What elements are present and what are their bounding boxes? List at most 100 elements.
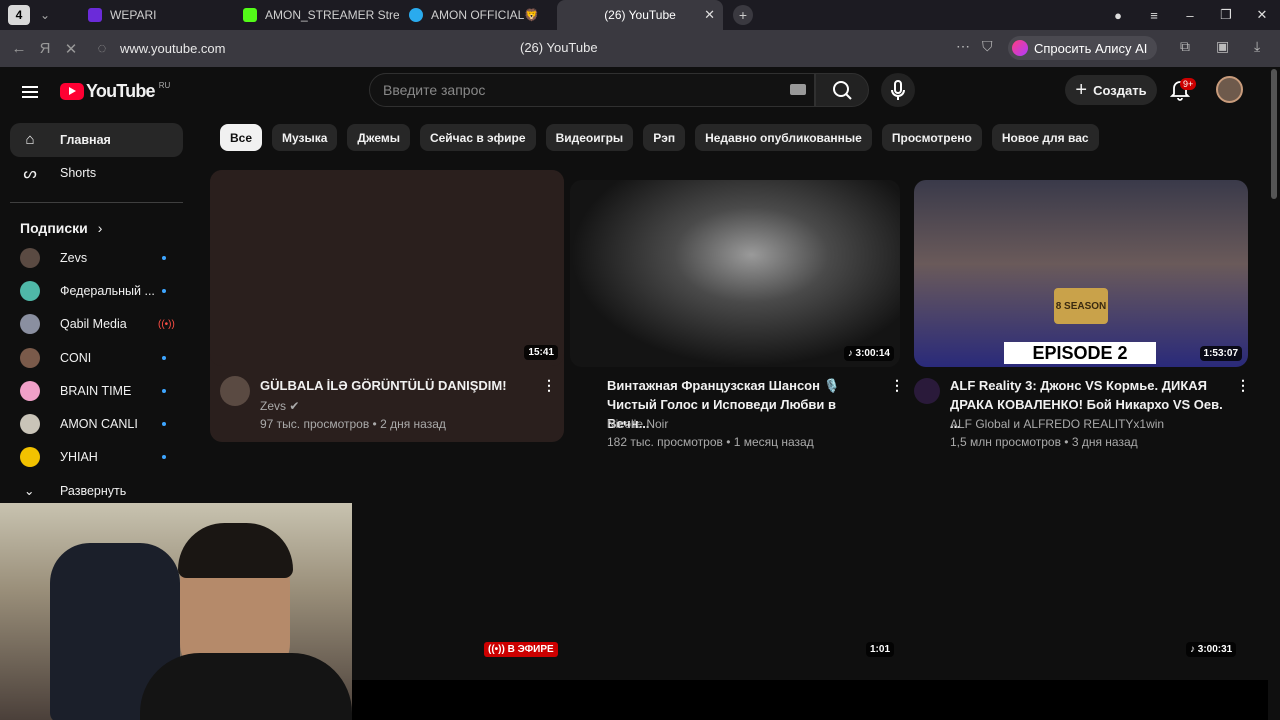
search-icon [833, 81, 852, 100]
expand-label: Развернуть [60, 483, 127, 498]
subscriptions-header[interactable]: Подписки › [0, 215, 195, 241]
url-field[interactable]: www.youtube.com [120, 41, 226, 56]
video-thumbnail[interactable]: ♪ 3:00:14 [570, 180, 900, 367]
keyboard-icon[interactable] [790, 84, 806, 95]
chip[interactable]: Новое для вас [991, 124, 1099, 151]
subscription-item[interactable]: Qabil Media ((•)) [0, 308, 195, 341]
shield-icon[interactable]: ◌ [92, 40, 112, 57]
bottom-strip [352, 680, 1280, 720]
duration-badge: ♪ 3:00:31 [1186, 642, 1237, 657]
chevron-down-icon[interactable]: ⌄ [36, 8, 54, 22]
logo-text: YouTube [86, 81, 156, 101]
more-vert-icon[interactable]: ⋮ [1236, 377, 1250, 394]
scrollbar[interactable] [1268, 67, 1280, 720]
video-thumbnail[interactable]: 8 SEASON EPISODE 2 1:53:07 [914, 180, 1248, 367]
subscription-item[interactable]: CONI [0, 341, 195, 374]
video-card[interactable]: 15:41 GÜLBALA İLƏ GÖRÜNTÜLÜ DANIŞDIM! ⋮ … [210, 170, 564, 442]
sidebar-item-home[interactable]: ⌂ Главная [10, 123, 183, 157]
subscription-item[interactable]: УНІАН [0, 441, 195, 474]
tab-kick[interactable]: AMON_STREAMER Stream [233, 0, 399, 30]
notification-badge: 9+ [1180, 78, 1197, 90]
more-vert-icon[interactable]: ⋮ [542, 377, 556, 394]
chip[interactable]: Музыка [272, 124, 338, 151]
create-label: Создать [1093, 82, 1147, 98]
search-input[interactable]: Введите запрос [369, 73, 815, 107]
region-label: RU [158, 81, 171, 90]
sidebar-item-shorts[interactable]: ᔕ Shorts [10, 157, 183, 191]
channel-name: AMON CANLI [60, 417, 138, 432]
chip[interactable]: Недавно опубликованные [695, 124, 872, 151]
video-card[interactable]: 8 SEASON EPISODE 2 1:53:07 ALF Reality 3… [914, 180, 1254, 455]
alice-button[interactable]: Спросить Алису AI [1008, 36, 1158, 60]
chip[interactable]: Рэп [643, 124, 686, 151]
chip[interactable]: Все [220, 124, 263, 151]
home-icon: ⌂ [25, 131, 35, 149]
youtube-logo[interactable]: YouTube RU [60, 81, 170, 102]
more-vert-icon[interactable]: ⋮ [890, 377, 904, 394]
verified-icon: ✔ [289, 399, 300, 413]
sidebar-item-label: Shorts [60, 166, 97, 181]
close-window-icon[interactable]: ✕ [1244, 7, 1280, 23]
channel-avatar[interactable] [914, 378, 940, 404]
menu-icon[interactable] [22, 83, 38, 101]
channel-name: CONI [60, 350, 92, 365]
new-content-dot [162, 455, 166, 460]
microphone-icon [891, 80, 905, 100]
subscription-item[interactable]: Zevs [0, 241, 195, 274]
profile-icon[interactable]: ● [1100, 8, 1136, 23]
channel-name[interactable]: Nicolle Noir [607, 415, 668, 433]
channel-avatar[interactable] [220, 376, 250, 406]
subscription-item[interactable]: AMON CANLI [0, 407, 195, 440]
video-title[interactable]: GÜLBALA İLƏ GÖRÜNTÜLÜ DANIŞDIM! [260, 376, 530, 395]
download-icon[interactable]: ⤓ [1254, 38, 1260, 55]
yandex-icon[interactable]: Я [32, 40, 58, 57]
back-icon[interactable]: ← [6, 40, 32, 57]
more-icon[interactable]: ⋯ [956, 38, 970, 55]
new-tab-button[interactable]: + [733, 5, 753, 25]
shorts-icon: ᔕ [23, 165, 37, 183]
chip[interactable]: Сейчас в эфире [419, 124, 536, 151]
channel-name[interactable]: ALF Global и ALFREDO REALITYx1win [950, 415, 1164, 433]
channel-avatar [20, 414, 40, 435]
channel-name[interactable]: Zevs ✔ [260, 397, 299, 415]
create-button[interactable]: + Создать [1065, 75, 1157, 105]
new-content-dot [162, 255, 166, 260]
channel-name-text: Zevs [260, 399, 287, 413]
chip[interactable]: Просмотрено [881, 124, 982, 151]
menu-icon[interactable]: ≡ [1136, 8, 1172, 23]
subscription-item[interactable]: Федеральный ... [0, 274, 195, 307]
video-thumbnail[interactable]: 15:41 [210, 170, 564, 366]
translate-icon[interactable]: ▣ [1216, 38, 1229, 55]
tab-count-badge[interactable]: 4 [8, 5, 30, 25]
video-card[interactable]: ♪ 3:00:14 Винтажная Французская Шансон 🎙… [570, 180, 906, 455]
voice-search-button[interactable] [881, 73, 915, 107]
avatar[interactable] [1216, 76, 1243, 103]
subscription-item[interactable]: BRAIN TIME [0, 374, 195, 407]
channel-name: Qabil Media [60, 317, 127, 332]
channel-name: УНІАН [60, 450, 98, 465]
restore-icon[interactable]: ❐ [1208, 7, 1244, 23]
chevron-right-icon: › [97, 220, 103, 236]
bookmark-icon[interactable]: ⛉ [982, 38, 993, 55]
filter-chips: Все Музыка Джемы Сейчас в эфире Видеоигр… [220, 124, 1109, 151]
tab-wepari[interactable]: WEPARI [78, 0, 233, 30]
stop-loading-icon[interactable]: ✕ [58, 40, 84, 58]
person-body [140, 653, 352, 720]
close-icon[interactable]: ✕ [704, 7, 715, 23]
chip[interactable]: Видеоигры [545, 124, 634, 151]
channel-name: Zevs [60, 250, 88, 265]
chip[interactable]: Джемы [347, 124, 410, 151]
live-label: В ЭФИРЕ [507, 644, 554, 655]
alice-icon [1012, 40, 1028, 56]
tab-telegram[interactable]: AMON OFFICIAL🦁 [399, 0, 557, 30]
minimize-icon[interactable]: – [1172, 8, 1208, 23]
webcam-overlay [0, 503, 352, 720]
search-button[interactable] [815, 73, 869, 107]
scrollbar-thumb[interactable] [1271, 69, 1277, 199]
duration-badge: ♪ 3:00:14 [843, 346, 894, 361]
tab-label: AMON_STREAMER Stream [265, 8, 399, 22]
sidebar: ⌂ Главная ᔕ Shorts Подписки › Zevs Федер… [0, 123, 195, 507]
browser-tab-bar: 4 ⌄ WEPARI AMON_STREAMER Stream AMON OFF… [0, 0, 1280, 30]
extensions-icon[interactable]: ⧉ [1180, 38, 1190, 55]
tab-youtube[interactable]: (26) YouTube ✕ [557, 0, 723, 30]
